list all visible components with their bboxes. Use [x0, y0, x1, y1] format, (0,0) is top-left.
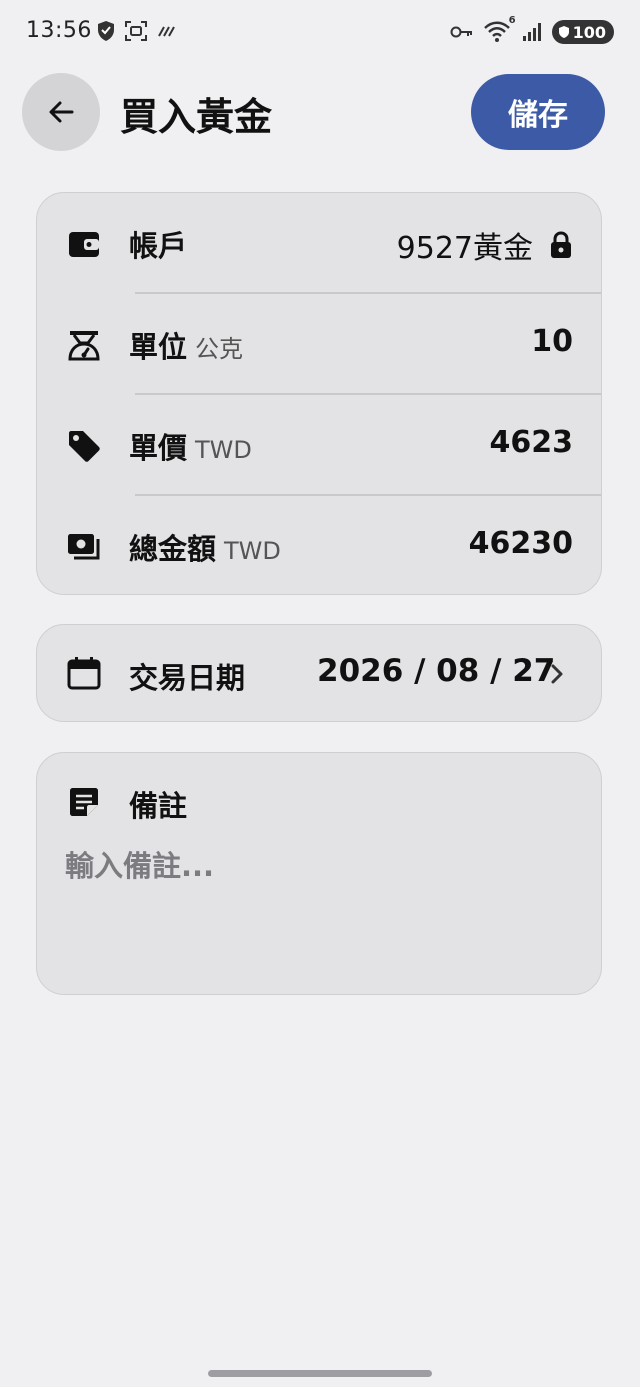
battery-shield-icon — [558, 26, 569, 38]
sticky-note-icon — [70, 788, 98, 816]
cash-icon — [68, 534, 100, 560]
total-label: 總金額 — [129, 532, 217, 566]
note-card: 備註 — [36, 752, 602, 995]
chevron-right-icon — [551, 664, 563, 684]
unit-price-label: 單價 — [129, 431, 188, 465]
arrow-left-icon — [49, 101, 74, 123]
page-title: 買入黃金 — [120, 95, 273, 139]
back-button[interactable] — [22, 73, 100, 151]
unit-label-group: 單位 公克 — [129, 324, 243, 366]
signal-icon — [522, 23, 541, 41]
status-time: 13:56 — [26, 18, 92, 43]
note-header: 備註 — [37, 753, 601, 853]
status-left-icons — [96, 20, 178, 42]
note-input[interactable] — [65, 849, 565, 883]
battery-indicator: 100 — [551, 20, 614, 44]
trade-date-value[interactable]: 2026 / 08 / 27 — [317, 653, 555, 689]
unit-price-currency: TWD — [195, 436, 252, 464]
details-card: 帳戶 9527黃金 單位 公克 10 單價 TWD 4623 總金額 TWD 4… — [36, 192, 602, 595]
account-label: 帳戶 — [129, 229, 188, 263]
unit-row[interactable]: 單位 公克 10 — [37, 294, 601, 394]
shield-icon — [98, 21, 114, 41]
home-indicator[interactable] — [208, 1370, 432, 1377]
wallet-icon — [69, 232, 99, 257]
total-value: 46230 — [468, 526, 573, 561]
status-bar: 13:56 6 100 — [0, 0, 640, 68]
trade-date-label: 交易日期 — [129, 661, 246, 695]
unit-value[interactable]: 10 — [531, 324, 573, 359]
account-value: 9527黃金 — [396, 231, 533, 266]
data-saver-icon — [158, 26, 175, 37]
unit-label: 單位 — [129, 330, 188, 364]
unit-price-label-group: 單價 TWD — [129, 425, 252, 467]
battery-level: 100 — [572, 22, 606, 42]
note-label: 備註 — [129, 789, 188, 823]
trade-date-card[interactable]: 交易日期 2026 / 08 / 27 — [36, 624, 602, 722]
status-right-icons: 6 100 — [450, 15, 614, 44]
total-row: 總金額 TWD 46230 — [37, 496, 601, 596]
account-value-group: 9527黃金 — [397, 223, 573, 267]
unit-price-value[interactable]: 4623 — [490, 425, 574, 460]
screenshot-icon — [125, 21, 147, 41]
account-row[interactable]: 帳戶 9527黃金 — [37, 193, 601, 293]
scale-icon — [68, 331, 100, 361]
calendar-icon — [67, 657, 101, 690]
unit-suffix: 公克 — [195, 335, 244, 363]
lock-icon — [551, 231, 571, 258]
wifi-icon: 6 — [483, 15, 516, 43]
save-button[interactable]: 儲存 — [471, 74, 605, 150]
unit-price-row[interactable]: 單價 TWD 4623 — [37, 395, 601, 495]
wifi-badge: 6 — [508, 15, 516, 26]
trade-date-row[interactable]: 交易日期 2026 / 08 / 27 — [37, 625, 601, 725]
total-currency: TWD — [224, 537, 281, 565]
total-label-group: 總金額 TWD — [129, 526, 281, 568]
vpn-key-icon — [450, 26, 472, 38]
tag-icon — [69, 431, 100, 462]
